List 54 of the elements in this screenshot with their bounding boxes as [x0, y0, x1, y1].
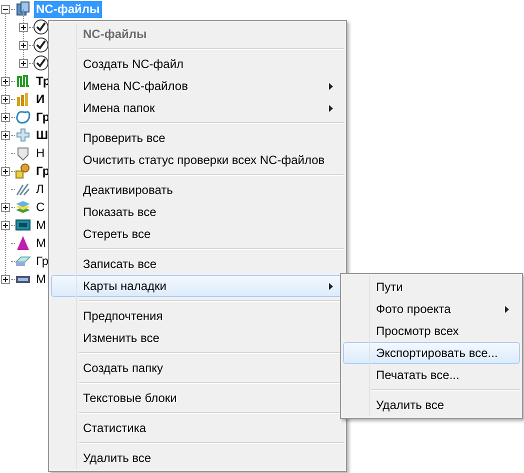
pyramid-icon: [15, 235, 31, 251]
layers-icon: [15, 199, 31, 215]
tree-item[interactable]: М: [34, 216, 48, 234]
menu-item[interactable]: Очистить статус проверки всех NC-файлов: [51, 149, 344, 171]
expander[interactable]: [1, 4, 10, 14]
expander[interactable]: [19, 58, 28, 68]
expander[interactable]: [19, 40, 28, 50]
expander[interactable]: [19, 22, 28, 32]
expander[interactable]: [1, 220, 10, 230]
menu-item[interactable]: Пути: [343, 276, 520, 298]
checkmark-icon: [33, 37, 49, 53]
cross-shape-icon: [15, 127, 31, 143]
menu-item[interactable]: Создать NC-файл: [51, 53, 344, 75]
expander[interactable]: [1, 94, 10, 104]
menu-item[interactable]: Проверить все: [51, 127, 344, 149]
expander[interactable]: [1, 274, 10, 284]
menu-item[interactable]: Удалить все: [343, 394, 520, 416]
menu-header: NC-файлы: [82, 26, 148, 43]
menu-item[interactable]: Показать все: [51, 201, 344, 223]
checkmark-icon: [33, 55, 49, 71]
menu-item[interactable]: Имена NC-файлов: [51, 75, 344, 97]
menu-item[interactable]: Экспортировать все...: [343, 342, 520, 364]
shapes-icon: [15, 163, 31, 179]
menu-item[interactable]: Записать все: [51, 253, 344, 275]
tree-item[interactable]: М: [34, 270, 48, 288]
tree-item[interactable]: М: [34, 234, 48, 252]
menu-item[interactable]: Текстовые блоки: [51, 387, 344, 409]
expander[interactable]: [1, 166, 10, 176]
checkmark-icon: [33, 19, 49, 35]
menu-item[interactable]: Изменить все: [51, 327, 344, 349]
zigzag-icon: [15, 73, 31, 89]
expander[interactable]: [1, 130, 10, 140]
menu-item[interactable]: Печатать все...: [343, 364, 520, 386]
menu-item[interactable]: Фото проекта: [343, 298, 520, 320]
tree-item[interactable]: Ш: [34, 126, 50, 144]
tree-item[interactable]: Гр: [34, 252, 50, 270]
tree-item[interactable]: Л: [34, 180, 46, 198]
menu-item[interactable]: Деактивировать: [51, 179, 344, 201]
tree-item[interactable]: С: [34, 198, 47, 216]
menu-item[interactable]: Имена папок: [51, 97, 344, 119]
expander[interactable]: [1, 76, 10, 86]
menu-item[interactable]: Удалить все: [51, 447, 344, 469]
lines-icon: [15, 181, 31, 197]
expander[interactable]: [1, 202, 10, 212]
expander[interactable]: [1, 112, 10, 122]
tree-item[interactable]: Н: [34, 144, 47, 162]
machine-icon: [15, 217, 31, 233]
menu-item[interactable]: Предпочтения: [51, 305, 344, 327]
outline-shape-icon: [15, 109, 31, 125]
menu-item[interactable]: Создать папку: [51, 357, 344, 379]
tree-item[interactable]: И: [34, 90, 47, 108]
menu-item[interactable]: Просмотр всех: [343, 320, 520, 342]
menu-item[interactable]: Статистика: [51, 417, 344, 439]
menu-item[interactable]: Стереть все: [51, 223, 344, 245]
